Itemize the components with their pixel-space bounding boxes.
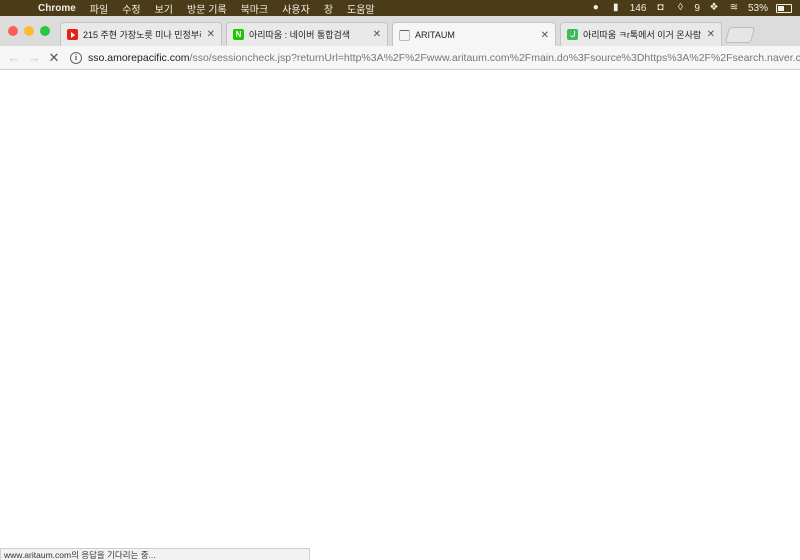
mail-icon[interactable]: ▮ xyxy=(610,3,622,13)
loading-spinner-icon xyxy=(399,29,410,41)
minimize-window-button[interactable] xyxy=(24,26,34,36)
status-bubble: www.aritaum.com의 응답을 기다리는 중... xyxy=(0,548,310,560)
battery-icon[interactable] xyxy=(776,3,792,13)
dropbox-icon[interactable]: ❖ xyxy=(708,3,720,13)
url-host: sso.amorepacific.com xyxy=(88,51,190,64)
evernote-icon[interactable]: ◊ xyxy=(674,3,686,13)
window-controls xyxy=(8,26,50,36)
forward-arrow-icon[interactable]: → xyxy=(24,50,44,65)
tab-close-icon[interactable]: ✕ xyxy=(373,29,381,40)
tab-strip: 215 주현 가장노릇 미나 민정부러역 ✕ N 아리따움 : 네이버 통합검색… xyxy=(0,16,800,47)
chat-icon[interactable]: ● xyxy=(590,3,602,13)
mail-count: 146 xyxy=(629,2,647,14)
tab-title: 215 주현 가장노릇 미나 민정부러역 xyxy=(83,30,201,40)
menu-window[interactable]: 창 xyxy=(324,1,333,16)
tab-title: ARITAUM xyxy=(415,30,455,40)
url-path: /sso/sessioncheck.jsp?returnUrl=http%3A%… xyxy=(189,51,800,64)
wifi-icon[interactable]: ≋ xyxy=(728,3,740,13)
browser-toolbar: ← → ✕ i sso.amorepacific.com/sso/session… xyxy=(0,46,800,70)
green-check-icon xyxy=(567,29,578,40)
tab-close-icon[interactable]: ✕ xyxy=(207,29,215,40)
tab-close-icon[interactable]: ✕ xyxy=(541,30,549,41)
tab-youtube[interactable]: 215 주현 가장노릇 미나 민정부러역 ✕ xyxy=(60,22,222,46)
menu-history[interactable]: 방문 기록 xyxy=(187,1,227,16)
address-bar[interactable]: i sso.amorepacific.com/sso/sessioncheck.… xyxy=(70,49,800,66)
tab-aritaum[interactable]: ARITAUM ✕ xyxy=(392,22,556,47)
status-menus: ● ▮ 146 ◘ ◊ 9 ❖ ≋ 53% xyxy=(590,0,792,16)
menu-view[interactable]: 보기 xyxy=(155,1,173,16)
menu-edit[interactable]: 수정 xyxy=(122,1,140,16)
menu-help[interactable]: 도움말 xyxy=(347,1,375,16)
tab-aritaum-talk[interactable]: 아리따움 ㅋr톡에서 이거 온사람있음 ✕ xyxy=(560,22,722,46)
youtube-icon xyxy=(67,29,78,40)
menu-chrome[interactable]: Chrome xyxy=(38,3,76,14)
tab-title: 아리따움 ㅋr톡에서 이거 온사람있음 xyxy=(583,30,701,40)
back-arrow-icon[interactable]: ← xyxy=(4,50,24,65)
tab-naver-search[interactable]: N 아리따움 : 네이버 통합검색 ✕ xyxy=(226,22,388,46)
badge-count: 9 xyxy=(694,2,700,14)
menu-file[interactable]: 파일 xyxy=(90,1,108,16)
battery-percent: 53% xyxy=(747,2,768,14)
camera-icon[interactable]: ◘ xyxy=(654,3,666,13)
menu-people[interactable]: 사용자 xyxy=(282,1,310,16)
menu-bookmarks[interactable]: 북마크 xyxy=(241,1,269,16)
close-window-button[interactable] xyxy=(8,26,18,36)
tab-close-icon[interactable]: ✕ xyxy=(707,29,715,40)
zoom-window-button[interactable] xyxy=(40,26,50,36)
stop-loading-icon[interactable]: ✕ xyxy=(44,50,64,66)
tab-title: 아리따움 : 네이버 통합검색 xyxy=(249,30,351,40)
naver-icon: N xyxy=(233,29,244,40)
battery-level xyxy=(778,5,785,11)
menu-bar: Chrome 파일 수정 보기 방문 기록 북마크 사용자 창 도움말 ● ▮ … xyxy=(0,0,800,16)
page-content xyxy=(0,70,800,548)
new-tab-button[interactable] xyxy=(724,27,756,43)
info-icon[interactable]: i xyxy=(70,51,82,64)
